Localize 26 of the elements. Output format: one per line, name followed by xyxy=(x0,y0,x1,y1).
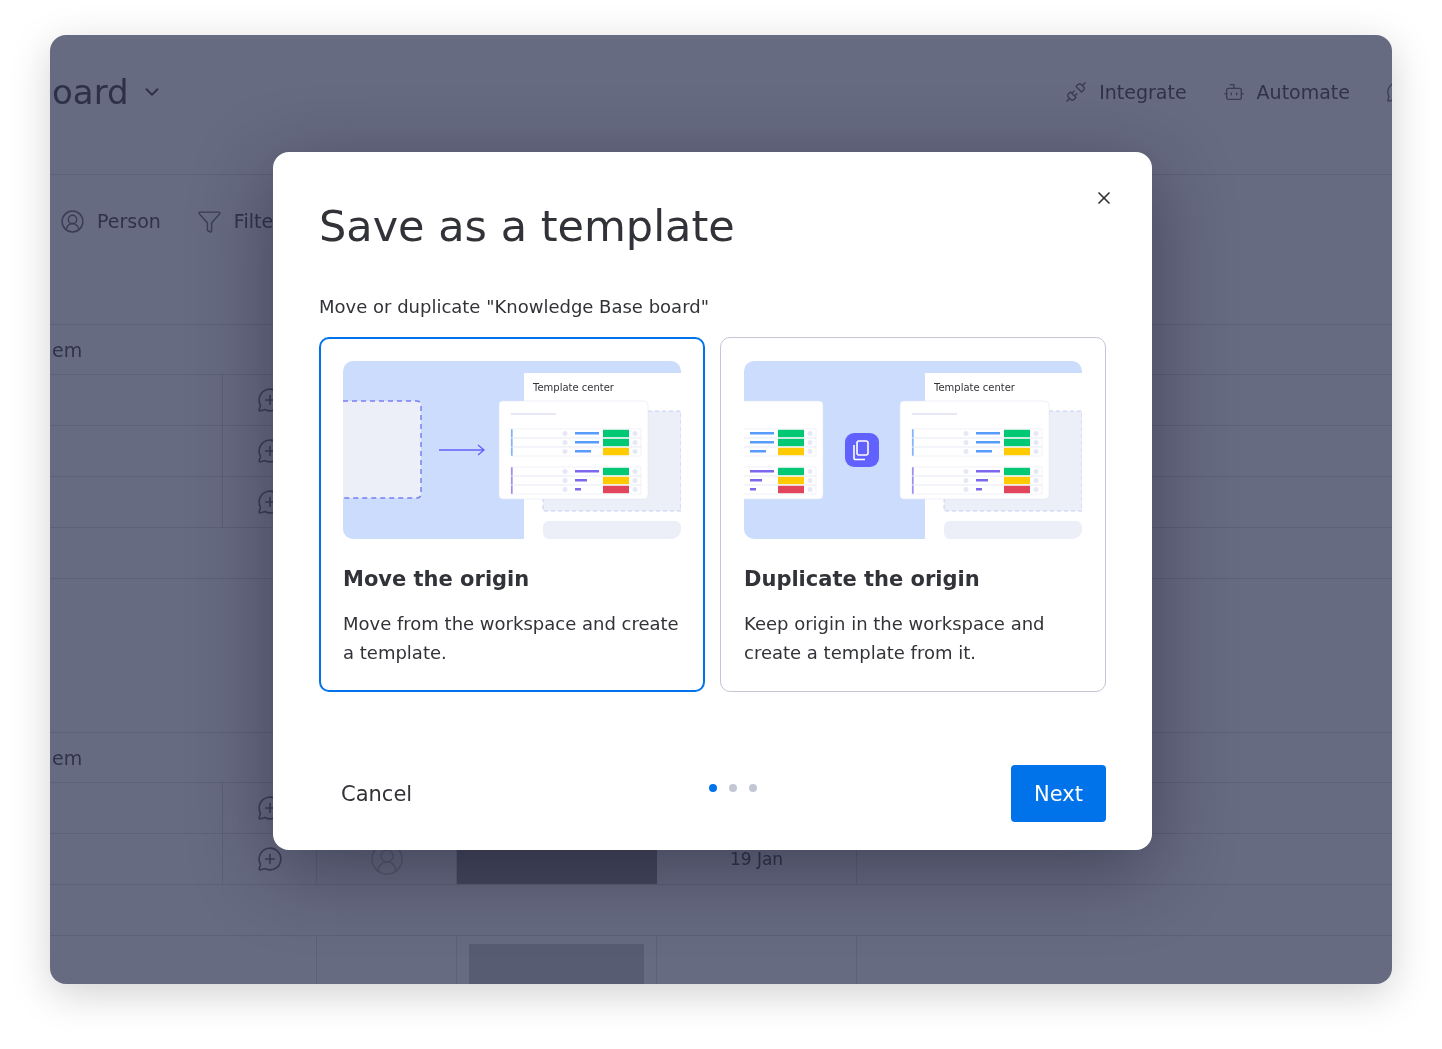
option-description: Keep origin in the workspace and create a template from it. xyxy=(744,612,1046,665)
board-title: oard xyxy=(52,72,129,112)
group-title: em xyxy=(52,338,83,361)
toolbar-button[interactable]: Person xyxy=(97,210,161,232)
toolbar-link[interactable]: Integrate xyxy=(1099,81,1187,103)
copy-icon xyxy=(845,433,879,467)
dialog-subtitle: Move or duplicate "Knowledge Base board" xyxy=(319,296,710,317)
step-dot[interactable] xyxy=(748,783,757,792)
group-title: em xyxy=(52,746,83,769)
toolbar-link[interactable]: Automate xyxy=(1256,81,1350,103)
option-description: Move from the workspace and create a template. xyxy=(343,612,680,665)
panel-label: Template center xyxy=(533,382,614,393)
next-button[interactable]: Next xyxy=(1011,765,1106,822)
plug-icon[interactable] xyxy=(1065,81,1088,103)
dialog-title: Save as a template xyxy=(319,200,736,252)
arrow-icon xyxy=(438,444,485,456)
option-card[interactable]: Template center Duplicate the origin Keep origin in the workspace and create a template from it. xyxy=(720,337,1106,692)
option-card[interactable]: Template center Move the origin Move from the workspace and create a template. xyxy=(319,337,705,692)
panel-label: Template center xyxy=(934,382,1015,393)
robot-icon[interactable] xyxy=(1222,81,1245,103)
filter-icon[interactable] xyxy=(196,208,222,234)
step-dot[interactable] xyxy=(728,783,737,792)
option-title: Duplicate the origin xyxy=(744,567,981,591)
option-title: Move the origin xyxy=(343,567,531,591)
cancel-button[interactable]: Cancel xyxy=(319,769,435,818)
step-dot[interactable] xyxy=(708,783,717,792)
